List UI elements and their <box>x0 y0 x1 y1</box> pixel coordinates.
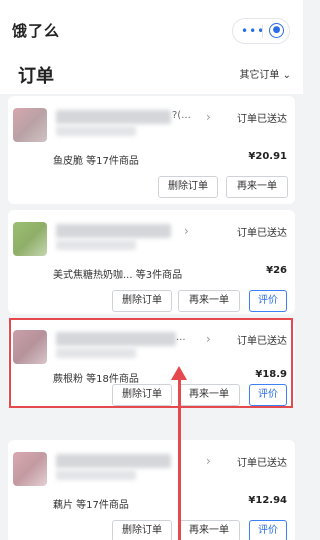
other-orders-filter[interactable]: 其它订单 ⌄ <box>239 66 291 81</box>
chevron-right-icon[interactable]: › <box>206 110 211 124</box>
order-status: 订单已送达 <box>237 228 287 239</box>
capsule-divider <box>262 25 263 38</box>
order-time-blurred <box>56 240 136 250</box>
review-button[interactable]: 评价 <box>249 290 287 312</box>
order-time-blurred <box>56 470 136 480</box>
reorder-button[interactable]: 再来一单 <box>226 176 288 198</box>
shop-name-blurred <box>56 110 171 124</box>
app-title: 饿了么 <box>12 22 61 40</box>
shop-avatar[interactable] <box>13 222 47 256</box>
annotation-arrow-head <box>171 366 187 380</box>
shop-name-blurred <box>56 224 171 238</box>
delete-order-button[interactable]: 删除订单 <box>112 520 172 540</box>
order-items: 鱼皮脆 等17件商品 <box>53 156 139 167</box>
shop-name-tail: ?(... <box>172 110 191 121</box>
reorder-button[interactable]: 再来一单 <box>178 520 240 540</box>
order-items: 藕片 等17件商品 <box>53 500 129 511</box>
order-price: ¥12.94 <box>248 495 287 506</box>
close-icon[interactable]: ● <box>269 23 284 38</box>
order-status: 订单已送达 <box>237 114 287 125</box>
shop-name-blurred <box>56 454 171 468</box>
highlight-box <box>9 318 293 408</box>
order-card[interactable]: ?(... › 订单已送达 鱼皮脆 等17件商品 ¥20.91 删除订单 再来一… <box>8 96 295 204</box>
page-header: 订单 其它订单 ⌄ <box>0 54 303 94</box>
order-items: 美式焦糖热奶咖... 等3件商品 <box>53 270 183 281</box>
delete-order-button[interactable]: 删除订单 <box>158 176 218 198</box>
order-time-blurred <box>56 126 136 136</box>
order-status: 订单已送达 <box>237 458 287 469</box>
annotation-arrow-shaft <box>178 378 181 540</box>
shop-avatar[interactable] <box>13 108 47 142</box>
reorder-button[interactable]: 再来一单 <box>178 290 240 312</box>
order-price: ¥26 <box>266 265 287 276</box>
order-card[interactable]: › 订单已送达 藕片 等17件商品 ¥12.94 删除订单 再来一单 评价 <box>8 440 295 540</box>
chevron-right-icon[interactable]: › <box>184 224 189 238</box>
delete-order-button[interactable]: 删除订单 <box>112 290 172 312</box>
order-price: ¥20.91 <box>248 151 287 162</box>
order-card[interactable]: › 订单已送达 美式焦糖热奶咖... 等3件商品 ¥26 删除订单 再来一单 评… <box>8 210 295 314</box>
top-bar: 饿了么 ••• ● <box>0 0 303 54</box>
review-button[interactable]: 评价 <box>249 520 287 540</box>
shop-avatar[interactable] <box>13 452 47 486</box>
page-title: 订单 <box>18 66 54 87</box>
mini-program-capsule: ••• ● <box>232 18 290 44</box>
chevron-right-icon[interactable]: › <box>206 454 211 468</box>
